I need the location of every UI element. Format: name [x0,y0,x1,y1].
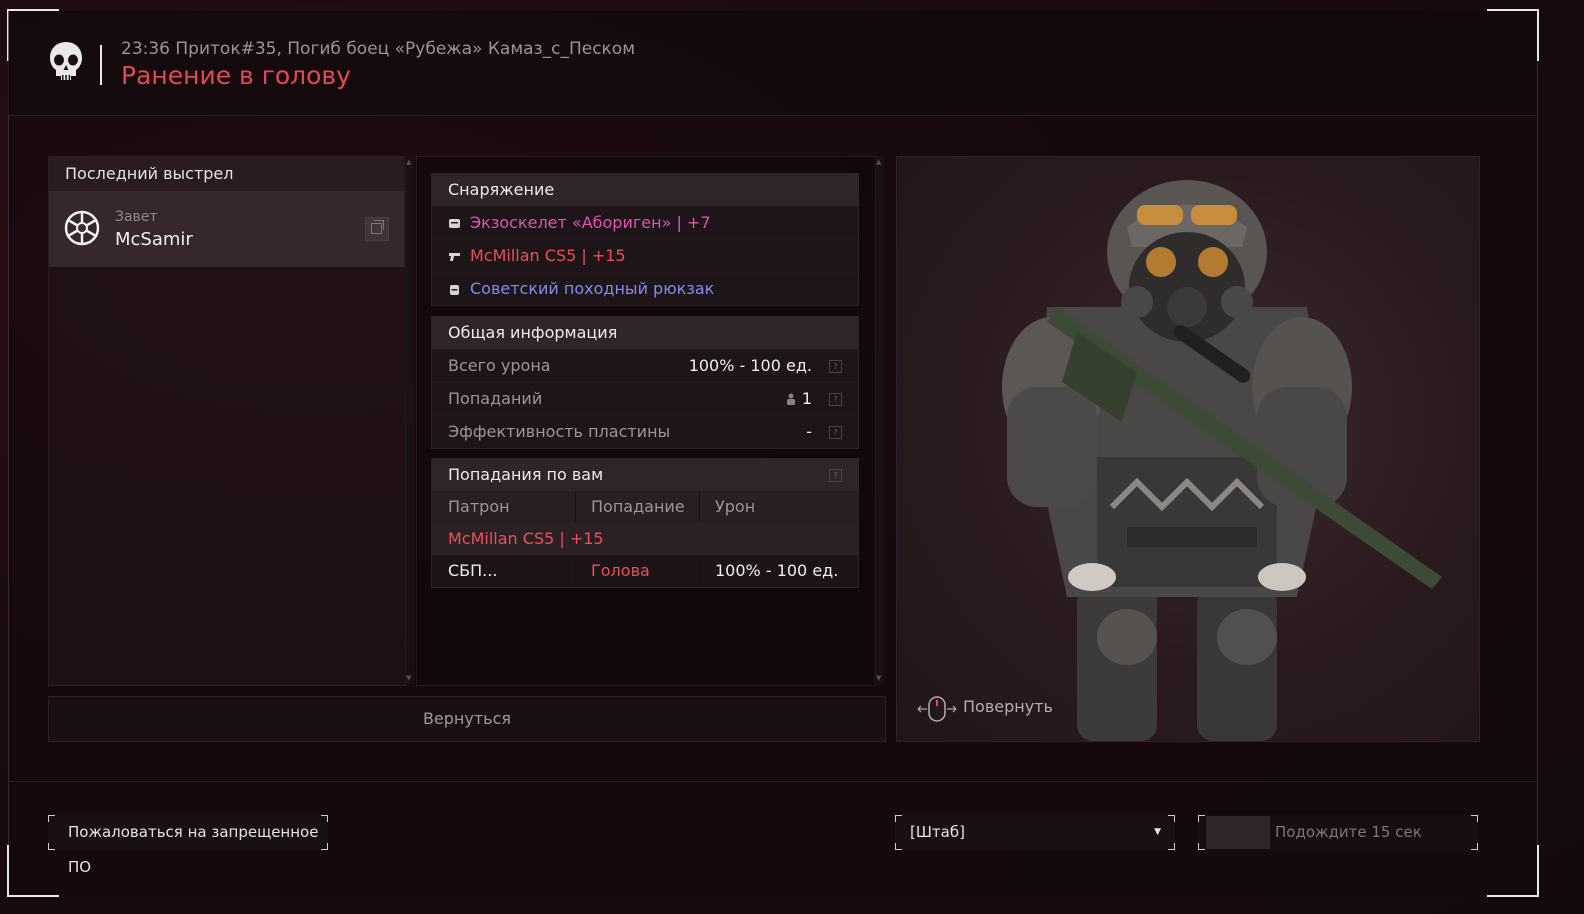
equipment-heading: Снаряжение [432,174,858,206]
person-icon [787,393,795,405]
last-shot-heading: Последний выстрел [49,157,405,191]
stat-label: Всего урона [448,356,551,375]
footer-divider [8,781,1536,782]
death-info: 23:36 Приток#35, Погиб боец «Рубежа» Кам… [121,39,636,59]
hit-ammo: СБП... [448,561,498,580]
question-mark-icon[interactable]: ? [829,393,842,406]
stat-label: Эффективность пластины [448,422,671,441]
details-panel: Снаряжение Экзоскелет «Абориген» | +7 Mc… [416,156,876,686]
last-shot-panel: Последний выстрел Завет McSamir [48,156,406,686]
report-cheat-button[interactable]: Пожаловаться на запрещенное ПО [48,815,328,876]
killer-card[interactable]: Завет McSamir [49,191,405,267]
server-select[interactable]: [Штаб] ▼ [895,815,1175,850]
death-header: 23:36 Приток#35, Погиб боец «Рубежа» Кам… [8,11,1536,116]
question-mark-icon[interactable]: ? [829,360,842,373]
equipment-item[interactable]: Советский походный рюкзак [432,272,858,305]
wait-progress [1206,816,1270,849]
hits-heading-label: Попадания по вам [448,465,604,484]
hits-section: Попадания по вам ? Патрон Попадание Урон… [431,458,859,588]
copy-icon[interactable] [365,217,389,241]
armor-icon [449,219,460,228]
equipment-item[interactable]: McMillan CS5 | +15 [432,239,858,272]
faction-emblem-icon [64,210,100,246]
stat-row: Всего урона 100% - 100 ед. ? [432,349,858,382]
hits-weapon: McMillan CS5 | +15 [448,529,604,548]
hit-location: Голова [591,561,650,580]
rifle-icon [449,253,460,261]
respawn-wait-button[interactable]: Подождите 15 сек [1198,815,1478,850]
table-row: СБП... Голова 100% - 100 ед. [432,555,858,587]
killer-faction: Завет [115,209,158,225]
death-cause-title: Ранение в голову [121,61,351,90]
header-divider [100,45,102,85]
rotate-hint: Повернуть [963,697,1053,716]
stat-value: 100% - 100 ед. [688,356,812,375]
stat-value: - [806,422,812,441]
character-model [1002,180,1442,741]
backpack-icon [450,285,459,295]
killer-name: McSamir [115,229,193,250]
stat-row: Попаданий 1 ? [432,382,858,415]
column-header: Патрон [448,497,510,516]
equipment-section: Снаряжение Экзоскелет «Абориген» | +7 Mc… [431,173,859,306]
chevron-down-icon: ▼ [1154,827,1161,837]
skull-icon [50,42,82,80]
stat-row: Эффективность пластины - ? [432,415,858,448]
hits-heading: Попадания по вам ? [432,459,858,491]
equipment-item[interactable]: Экзоскелет «Абориген» | +7 [432,206,858,239]
general-info-section: Общая информация Всего урона 100% - 100 … [431,316,859,449]
hits-weapon-row: McMillan CS5 | +15 [432,523,858,555]
stat-value: 1 [801,389,812,408]
question-mark-icon[interactable]: ? [829,469,842,482]
equipment-item-label: Советский походный рюкзак [470,279,715,298]
equipment-item-label: McMillan CS5 | +15 [470,246,626,265]
back-button[interactable]: Вернуться [48,696,886,742]
equipment-item-label: Экзоскелет «Абориген» | +7 [470,213,711,232]
stat-label: Попаданий [448,389,543,408]
frame-corner [1487,845,1539,897]
hits-table-header: Патрон Попадание Урон [432,491,858,523]
character-model-viewer[interactable]: Повернуть [896,156,1480,742]
column-header: Попадание [591,497,685,516]
general-info-heading: Общая информация [432,317,858,349]
column-header: Урон [715,497,756,516]
details-scrollbar[interactable]: ▲ ▼ [874,156,884,684]
left-scrollbar[interactable]: ▲ ▼ [404,156,414,684]
mouse-rotate-icon [917,696,957,722]
question-mark-icon[interactable]: ? [829,426,842,439]
server-select-value: [Штаб] [910,823,965,841]
hit-damage: 100% - 100 ед. [715,561,839,580]
wait-label: Подождите 15 сек [1275,823,1422,841]
frame-corner [7,845,59,897]
